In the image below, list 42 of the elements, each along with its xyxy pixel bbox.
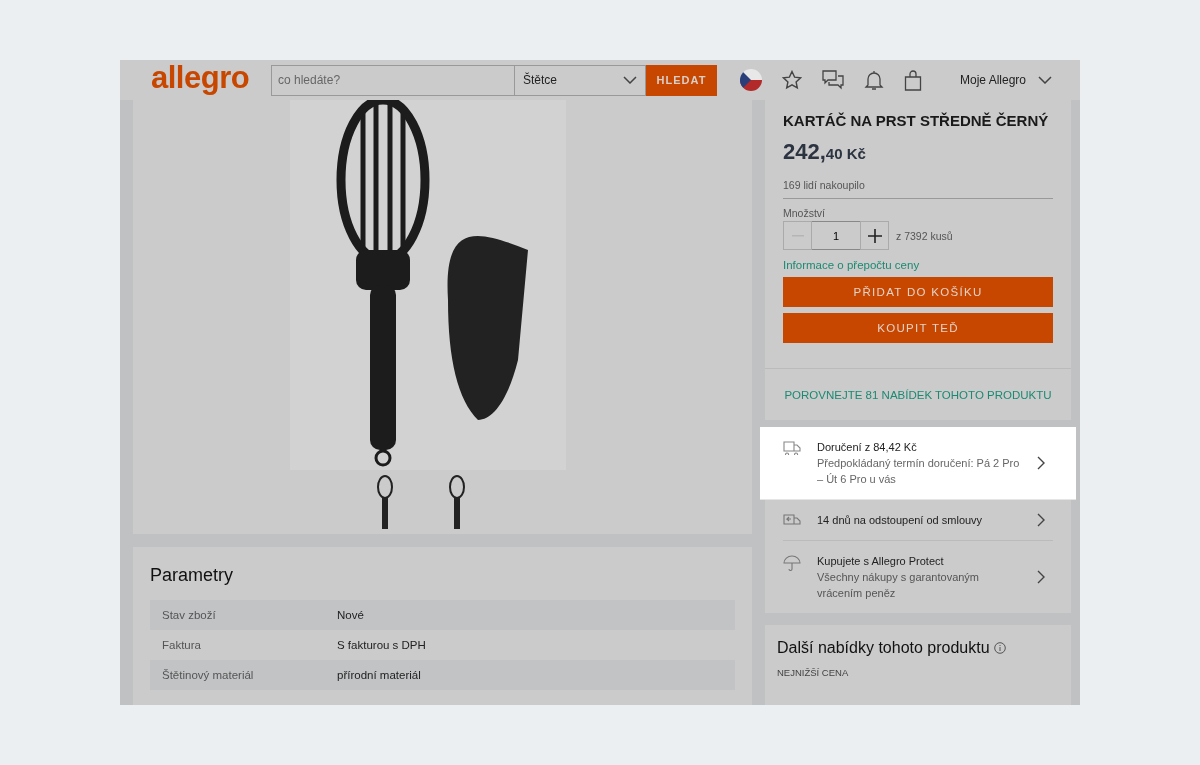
- plus-icon: [867, 228, 882, 243]
- chevron-right-icon: [1037, 513, 1045, 527]
- chat-icon[interactable]: [822, 70, 844, 90]
- info-title: Kupujete s Allegro Protect: [817, 554, 945, 569]
- product-title: KARTÁČ NA PRST STŘEDNĚ ČERNÝ: [783, 112, 1050, 129]
- info-icon: [993, 642, 1006, 654]
- price: 242,40 Kč: [783, 139, 867, 165]
- parameter-value: Nové: [337, 609, 364, 621]
- info-title: Doručení z 84,42 Kč: [817, 440, 918, 455]
- star-icon[interactable]: [782, 70, 802, 90]
- info-row[interactable]: 14 dnů na odstoupení od smlouvy: [783, 500, 1053, 541]
- chevron-down-icon: [1038, 76, 1053, 84]
- chevron-right-icon: [1037, 456, 1045, 470]
- info-title: 14 dnů na odstoupení od smlouvy: [817, 513, 984, 528]
- purchase-count: 169 lidí nakoupilo: [783, 179, 1053, 199]
- search-field[interactable]: co hledáte?: [271, 64, 515, 96]
- parameter-name: Stav zboží: [161, 609, 217, 621]
- parameter-name: Štětinový materiál: [161, 669, 255, 681]
- umbrella-icon: [783, 555, 801, 571]
- sort-label: NEJNIŽŠÍ CENA: [777, 667, 850, 678]
- chevron-down-icon: [623, 76, 637, 84]
- truck-icon: [783, 441, 801, 455]
- shopping-bag-icon[interactable]: [904, 69, 922, 91]
- info-row[interactable]: Doručení z 84,42 Kč Předpokládaný termín doručení: Pá 2 Pro – Út 6 Pro u vás: [760, 427, 1076, 500]
- quantity-field[interactable]: 1: [812, 221, 860, 250]
- increment-button[interactable]: [860, 221, 889, 250]
- chevron-right-icon: [1037, 570, 1045, 584]
- parameter-value: přírodní materiál: [337, 669, 421, 681]
- account-menu[interactable]: Moje Allegro: [960, 73, 1053, 87]
- category-dropdown[interactable]: Štětce: [515, 64, 646, 96]
- bell-icon[interactable]: [864, 69, 884, 91]
- flag-icon[interactable]: [740, 69, 762, 91]
- info-detail: Všechny nákupy s garantovaným vrácením peněz: [817, 570, 981, 601]
- stock-text: z 7392 kusů: [896, 229, 953, 242]
- parameter-value: S fakturou s DPH: [337, 639, 426, 651]
- section-title: Další nabídky tohoto produktu: [777, 639, 990, 657]
- parameter-name: Faktura: [161, 639, 202, 651]
- info-detail: Předpokládaný termín doručení: Pá 2 Pro – Út 6 Pro u vás: [817, 456, 1021, 487]
- info-row[interactable]: Kupujete s Allegro Protect Všechny nákupy s garantovaným vrácením peněz: [783, 541, 1053, 613]
- quantity-label: Množství: [783, 207, 826, 219]
- section-title: Parametry: [150, 565, 235, 586]
- truck-return-icon: [783, 514, 801, 528]
